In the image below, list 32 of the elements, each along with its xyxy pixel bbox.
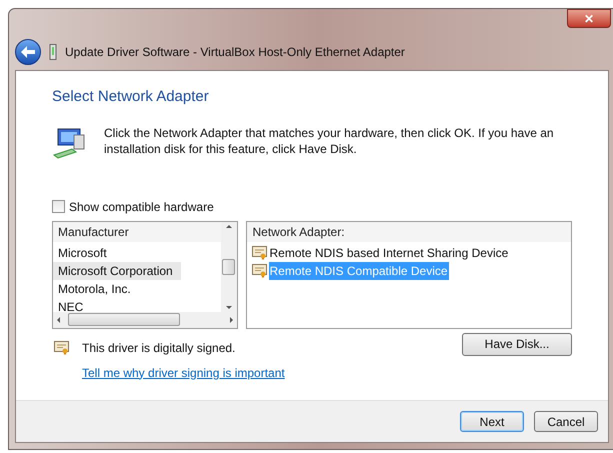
column-header: Network Adapter:: [246, 222, 571, 242]
certificate-icon: [252, 264, 268, 278]
certificate-icon: [252, 246, 268, 260]
scroll-right-icon: [230, 316, 232, 322]
vertical-scrollbar[interactable]: [220, 222, 236, 312]
scroll-thumb[interactable]: [222, 258, 235, 274]
instructions-text: Click the Network Adapter that matches your hardware, then click OK. If you have an installation disk for this feature, click Have Disk.: [104, 124, 555, 158]
have-disk-button[interactable]: Have Disk...: [462, 332, 572, 356]
signed-text: This driver is digitally signed.: [82, 340, 236, 356]
dialog-button[interactable]: Cancel: [534, 411, 598, 432]
list-item[interactable]: Microsoft Corporation: [53, 262, 181, 280]
network-computer-icon: [52, 126, 86, 158]
list-item[interactable]: NEC: [53, 298, 92, 312]
back-arrow-icon: [21, 46, 35, 58]
column-header: Manufacturer: [53, 222, 220, 242]
dialog-button[interactable]: Next: [460, 411, 524, 432]
checkbox-label: Show compatible hardware: [69, 198, 214, 216]
back-button[interactable]: [15, 38, 41, 64]
window-title: Update Driver Software - VirtualBox Host-Only Ethernet Adapter: [65, 44, 405, 60]
scroll-left-icon: [57, 316, 60, 322]
list-item[interactable]: Motorola, Inc.: [53, 280, 139, 298]
list-item[interactable]: Remote NDIS based Internet Sharing Device: [268, 244, 510, 262]
certificate-icon: [54, 340, 70, 354]
driver-signing-link[interactable]: Tell me why driver signing is important: [82, 364, 285, 382]
scroll-thumb[interactable]: [68, 313, 180, 326]
horizontal-scrollbar[interactable]: [53, 312, 236, 328]
list-item[interactable]: Microsoft: [53, 244, 115, 262]
scroll-up-icon: [226, 224, 232, 228]
page-heading: Select Network Adapter: [52, 87, 210, 107]
checkbox[interactable]: [52, 200, 65, 213]
network-device-icon: [49, 44, 57, 60]
scroll-down-icon: [226, 306, 232, 308]
